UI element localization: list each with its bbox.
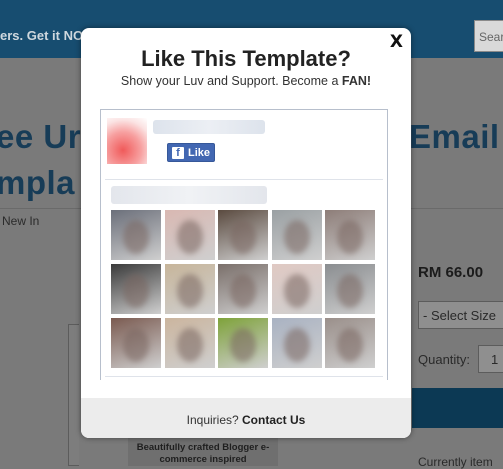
fan-avatar[interactable]: [271, 318, 322, 368]
modal-subtitle: Show your Luv and Support. Become a FAN!: [81, 74, 411, 88]
facebook-like-box: f Like: [100, 109, 388, 380]
modal-footer: Inquiries? Contact Us: [81, 398, 411, 438]
facebook-like-button[interactable]: f Like: [167, 143, 215, 162]
contact-us-link[interactable]: Contact Us: [242, 413, 305, 427]
add-to-cart-button[interactable]: [412, 388, 503, 428]
fans-grid: [111, 210, 377, 368]
product-title-right: Email I: [409, 118, 503, 155]
fan-avatar[interactable]: [271, 264, 322, 314]
fan-avatar[interactable]: [164, 318, 215, 368]
quantity-input[interactable]: 1: [478, 345, 503, 373]
search-input[interactable]: Searc: [474, 20, 503, 52]
fan-avatar[interactable]: [111, 210, 161, 260]
fan-avatar[interactable]: [271, 210, 322, 260]
fan-avatar[interactable]: [218, 318, 268, 368]
fan-avatar[interactable]: [325, 210, 375, 260]
size-select[interactable]: - Select Size: [418, 301, 503, 329]
product-image-frame: [68, 324, 79, 466]
fans-count-blurred: [111, 186, 267, 204]
fan-avatar[interactable]: [164, 210, 215, 260]
page-name-blurred[interactable]: [153, 120, 265, 134]
fan-avatar[interactable]: [218, 210, 268, 260]
fan-avatar[interactable]: [325, 264, 375, 314]
divider: [105, 179, 383, 180]
fan-avatar[interactable]: [111, 318, 161, 368]
product-banner: Beautifully crafted Blogger e-commerce i…: [128, 436, 278, 466]
nav-item-new-in[interactable]: New In: [2, 214, 39, 228]
page-avatar[interactable]: [107, 118, 147, 164]
subtitle-fan: FAN!: [341, 74, 372, 88]
product-title-line1: ee Ur: [0, 118, 82, 155]
product-title-line2: mpla: [0, 164, 76, 201]
fan-avatar[interactable]: [111, 264, 161, 314]
quantity-label: Quantity:: [418, 352, 471, 367]
facebook-icon: f: [172, 146, 184, 159]
like-label: Like: [188, 146, 211, 159]
fan-avatar[interactable]: [218, 264, 268, 314]
subtitle-text: Show your Luv and Support. Become a: [120, 74, 342, 88]
currently-text: Currently item: [418, 455, 493, 469]
like-template-modal: X Like This Template? Show your Luv and …: [81, 28, 411, 438]
promo-text: ers. Get it NO: [0, 28, 84, 43]
modal-title: Like This Template?: [141, 46, 351, 71]
product-price: RM 66.00: [418, 264, 484, 281]
fan-avatar[interactable]: [325, 318, 375, 368]
inquiries-label: Inquiries?: [186, 413, 243, 427]
divider: [105, 376, 383, 377]
fan-avatar[interactable]: [164, 264, 215, 314]
